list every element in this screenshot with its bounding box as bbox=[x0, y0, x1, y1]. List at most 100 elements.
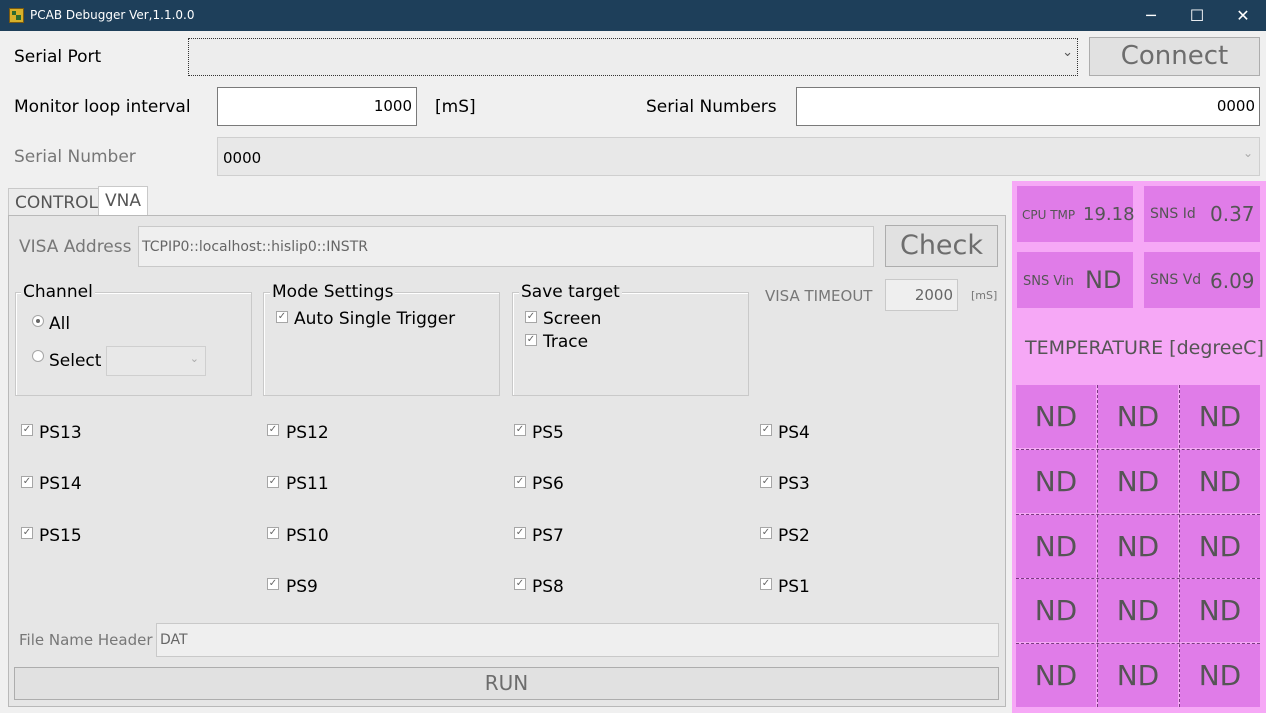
channel-group bbox=[15, 292, 252, 396]
file-name-header-label: File Name Header bbox=[19, 631, 153, 649]
ps13-label: PS13 bbox=[39, 423, 82, 443]
serial-number-select[interactable]: 0000 ⌄ bbox=[217, 137, 1260, 176]
ps5-label: PS5 bbox=[532, 423, 564, 443]
mode-settings-group bbox=[263, 292, 500, 396]
ps7-label: PS7 bbox=[532, 526, 564, 546]
temp-cell: ND bbox=[1098, 385, 1178, 448]
ps15-checkbox[interactable]: ✓ bbox=[21, 527, 33, 539]
auto-single-trigger-label: Auto Single Trigger bbox=[294, 309, 456, 329]
ps14-label: PS14 bbox=[39, 474, 82, 494]
ps1-label: PS1 bbox=[778, 577, 810, 597]
grid-divider bbox=[1179, 385, 1180, 707]
cpu-tmp-value: 19.18 bbox=[1083, 204, 1135, 225]
sns-vd-box: SNS Vd 6.09 bbox=[1144, 252, 1260, 308]
serial-port-select[interactable]: ⌄ bbox=[188, 38, 1078, 76]
temp-cell: ND bbox=[1180, 579, 1260, 642]
sns-id-box: SNS Id 0.37 bbox=[1144, 186, 1260, 242]
chevron-down-icon: ⌄ bbox=[1062, 45, 1073, 60]
monitor-loop-unit: [mS] bbox=[435, 97, 476, 117]
connect-button[interactable]: Connect bbox=[1089, 37, 1260, 76]
tab-control[interactable]: CONTROL bbox=[8, 188, 106, 215]
grid-divider bbox=[1097, 385, 1098, 707]
sns-id-label: SNS Id bbox=[1150, 206, 1196, 222]
ps5-checkbox[interactable]: ✓ bbox=[514, 424, 526, 436]
save-target-title: Save target bbox=[519, 282, 622, 302]
maximize-button[interactable]: ☐ bbox=[1174, 0, 1220, 31]
channel-all-label: All bbox=[49, 314, 71, 334]
auto-single-trigger-checkbox[interactable]: ✓ bbox=[276, 311, 288, 323]
grid-divider bbox=[1016, 643, 1260, 644]
screen-label: Screen bbox=[543, 309, 602, 329]
sns-vin-value: ND bbox=[1085, 266, 1122, 294]
serial-number-value: 0000 bbox=[223, 149, 262, 167]
sns-vin-box: SNS Vin ND bbox=[1017, 252, 1133, 308]
ps1-checkbox[interactable]: ✓ bbox=[760, 578, 772, 590]
grid-divider bbox=[1016, 578, 1260, 579]
temp-cell: ND bbox=[1098, 515, 1178, 578]
ps9-label: PS9 bbox=[286, 577, 318, 597]
minimize-button[interactable]: ─ bbox=[1128, 0, 1174, 31]
window-title: PCAB Debugger Ver,1.1.0.0 bbox=[30, 8, 195, 22]
sns-vin-label: SNS Vin bbox=[1023, 274, 1074, 289]
ps10-label: PS10 bbox=[286, 526, 329, 546]
visa-address-value: TCPIP0::localhost::hislip0::INSTR bbox=[142, 239, 368, 255]
ps2-label: PS2 bbox=[778, 526, 810, 546]
ps6-label: PS6 bbox=[532, 474, 564, 494]
channel-select-label: Select bbox=[49, 351, 102, 371]
channel-select-dropdown[interactable]: ⌄ bbox=[106, 346, 206, 376]
temperature-grid: ND ND ND ND ND ND ND ND ND ND ND ND ND N… bbox=[1016, 385, 1260, 707]
trace-checkbox[interactable]: ✓ bbox=[525, 334, 537, 346]
monitor-loop-label: Monitor loop interval bbox=[14, 97, 191, 117]
serial-numbers-input[interactable]: 0000 bbox=[796, 87, 1260, 126]
temp-cell: ND bbox=[1016, 450, 1096, 513]
channel-select-radio[interactable] bbox=[32, 350, 44, 362]
ps3-checkbox[interactable]: ✓ bbox=[760, 476, 772, 488]
channel-all-radio[interactable] bbox=[32, 315, 44, 327]
run-button[interactable]: RUN bbox=[14, 667, 999, 700]
visa-timeout-input[interactable]: 2000 bbox=[885, 279, 958, 311]
serial-number-label: Serial Number bbox=[14, 147, 136, 167]
serial-port-label: Serial Port bbox=[14, 47, 102, 67]
ps12-checkbox[interactable]: ✓ bbox=[267, 424, 279, 436]
temp-cell: ND bbox=[1098, 644, 1178, 707]
ps7-checkbox[interactable]: ✓ bbox=[514, 527, 526, 539]
ps8-label: PS8 bbox=[532, 577, 564, 597]
temp-cell: ND bbox=[1098, 450, 1178, 513]
ps11-checkbox[interactable]: ✓ bbox=[267, 476, 279, 488]
monitor-loop-input[interactable]: 1000 bbox=[217, 87, 417, 126]
temp-cell: ND bbox=[1180, 644, 1260, 707]
chevron-down-icon: ⌄ bbox=[189, 352, 199, 365]
ps14-checkbox[interactable]: ✓ bbox=[21, 476, 33, 488]
ps4-checkbox[interactable]: ✓ bbox=[760, 424, 772, 436]
ps12-label: PS12 bbox=[286, 423, 329, 443]
check-button[interactable]: Check bbox=[885, 225, 998, 267]
app-icon bbox=[9, 8, 24, 23]
trace-label: Trace bbox=[543, 332, 589, 352]
ps15-label: PS15 bbox=[39, 526, 82, 546]
channel-group-title: Channel bbox=[21, 282, 95, 302]
temp-cell: ND bbox=[1180, 515, 1260, 578]
mode-settings-title: Mode Settings bbox=[270, 282, 396, 302]
tab-vna[interactable]: VNA bbox=[98, 186, 148, 216]
ps6-checkbox[interactable]: ✓ bbox=[514, 476, 526, 488]
ps8-checkbox[interactable]: ✓ bbox=[514, 578, 526, 590]
ps13-checkbox[interactable]: ✓ bbox=[21, 424, 33, 436]
title-bar: PCAB Debugger Ver,1.1.0.0 ─ ☐ ✕ bbox=[0, 0, 1266, 31]
temp-cell: ND bbox=[1016, 579, 1096, 642]
serial-numbers-label: Serial Numbers bbox=[646, 97, 777, 117]
ps3-label: PS3 bbox=[778, 474, 810, 494]
visa-address-label: VISA Address bbox=[19, 237, 132, 257]
ps10-checkbox[interactable]: ✓ bbox=[267, 527, 279, 539]
ps9-checkbox[interactable]: ✓ bbox=[267, 578, 279, 590]
grid-divider bbox=[1016, 514, 1260, 515]
screen-checkbox[interactable]: ✓ bbox=[525, 311, 537, 323]
ps2-checkbox[interactable]: ✓ bbox=[760, 527, 772, 539]
sns-vd-value: 6.09 bbox=[1210, 269, 1255, 293]
visa-address-input[interactable]: TCPIP0::localhost::hislip0::INSTR bbox=[138, 226, 874, 267]
file-name-header-value: DAT bbox=[160, 632, 188, 648]
temperature-title: TEMPERATURE [degreeC] bbox=[1025, 337, 1264, 359]
grid-divider bbox=[1016, 449, 1260, 450]
file-name-header-input[interactable]: DAT bbox=[156, 623, 999, 657]
close-button[interactable]: ✕ bbox=[1220, 0, 1266, 31]
cpu-tmp-box: CPU TMP 19.18 bbox=[1017, 186, 1135, 242]
